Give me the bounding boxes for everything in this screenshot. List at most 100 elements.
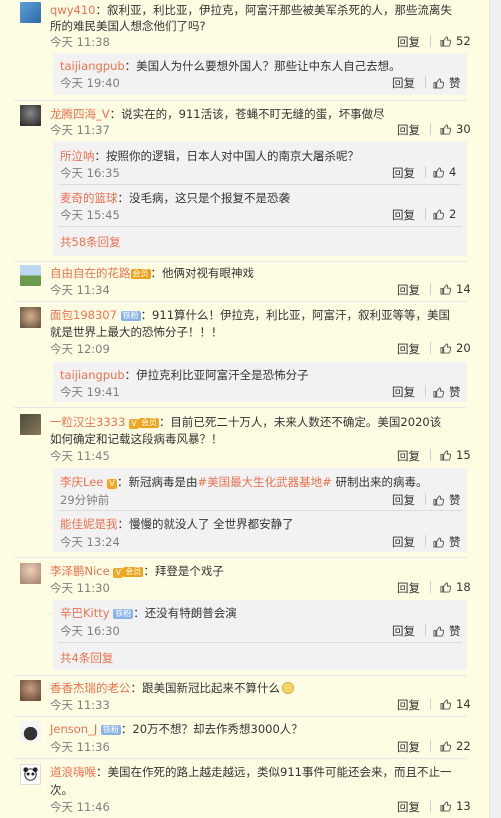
- emoji-face-icon: [282, 682, 294, 694]
- like-button[interactable]: 赞: [433, 75, 461, 91]
- like-button[interactable]: 18: [440, 580, 471, 594]
- divider: [430, 581, 431, 593]
- reply-text: 辛巴Kitty 铁粉 ：还没有特朗普会演: [60, 605, 237, 621]
- reply-button[interactable]: 回复: [392, 623, 415, 639]
- like-button[interactable]: 4: [433, 165, 456, 179]
- reply-body: 研制出来的病毒。: [331, 475, 428, 489]
- comment-text: 李泽鹏Nice V 会员 ：拜登是个戏子: [50, 563, 224, 579]
- username-link[interactable]: 一粒汉尘3333: [50, 415, 125, 429]
- reply-button[interactable]: 回复: [392, 384, 415, 400]
- username-link[interactable]: 李庆Lee: [60, 475, 103, 489]
- comment-text: 一粒汉尘3333 V 会员 ：目前已死二十万人，未来人数还不确定。美国2020该: [50, 414, 441, 430]
- like-button[interactable]: 14: [440, 282, 471, 296]
- vip-badge: V: [128, 419, 139, 429]
- divider: [14, 758, 467, 759]
- reply-button[interactable]: 回复: [392, 75, 415, 91]
- divider: [430, 698, 431, 710]
- username-link[interactable]: 面包198307: [50, 308, 117, 322]
- reply-button[interactable]: 回复: [397, 799, 420, 815]
- thumbs-up-icon: [433, 387, 444, 398]
- like-button[interactable]: 20: [440, 341, 471, 355]
- reply-button[interactable]: 回复: [392, 492, 415, 508]
- like-button[interactable]: 15: [440, 448, 471, 462]
- thumbs-up-icon: [440, 343, 451, 354]
- reply-button[interactable]: 回复: [397, 282, 420, 298]
- like-button[interactable]: 22: [440, 739, 471, 753]
- avatar[interactable]: [20, 2, 41, 23]
- reply-button[interactable]: 回复: [397, 580, 420, 596]
- comment-text-cont: 所的难民美国人想念他们了吗?: [50, 19, 206, 33]
- avatar[interactable]: [20, 105, 41, 126]
- avatar[interactable]: [20, 265, 41, 286]
- like-count: 13: [456, 799, 471, 813]
- reply-button[interactable]: 回复: [392, 207, 415, 223]
- timestamp: 今天 11:37: [50, 123, 110, 137]
- reply-button[interactable]: 回复: [392, 165, 415, 181]
- like-button[interactable]: 赞: [433, 623, 461, 639]
- reply-body: ：慢慢的就没人了 全世界都安静了: [117, 517, 294, 531]
- like-button[interactable]: 52: [440, 34, 471, 48]
- divider: [425, 208, 426, 220]
- thumbs-up-icon: [433, 78, 444, 89]
- timestamp: 今天 16:35: [60, 166, 120, 180]
- username-link[interactable]: 辛巴Kitty: [60, 606, 110, 620]
- reply-button[interactable]: 回复: [397, 341, 420, 357]
- timestamp: 今天 11:30: [50, 581, 110, 595]
- like-button[interactable]: 赞: [433, 534, 461, 550]
- username-link[interactable]: 香香杰瑞的老公: [50, 681, 131, 695]
- avatar[interactable]: [20, 680, 41, 701]
- reply-button[interactable]: 回复: [397, 34, 420, 50]
- like-button[interactable]: 赞: [433, 492, 461, 508]
- comment-text-cont: 如何确定和记载这段病毒风暴？！: [50, 432, 223, 446]
- timestamp: 今天 11:36: [50, 740, 110, 754]
- divider: [430, 35, 431, 47]
- thumbs-up-icon: [440, 284, 451, 295]
- username-link[interactable]: 龙腾四海_V: [50, 107, 110, 121]
- like-button[interactable]: 14: [440, 697, 471, 711]
- vip-badge: V: [107, 479, 118, 489]
- comment-body: ：20万不想？却去作秀想3000人？: [120, 722, 303, 736]
- topic-link[interactable]: #美国最大生化武器基地#: [198, 475, 332, 489]
- username-link[interactable]: 李泽鹏Nice: [50, 564, 110, 578]
- member-badge: 会员: [130, 269, 151, 279]
- view-more-replies-link[interactable]: 共58条回复: [60, 234, 121, 250]
- username-link[interactable]: 所泣呐: [60, 149, 95, 163]
- timestamp: 今天 11:45: [50, 449, 110, 463]
- reply-button[interactable]: 回复: [397, 122, 420, 138]
- username-link[interactable]: 自由自在的花路: [50, 266, 131, 280]
- like-button[interactable]: 赞: [433, 384, 461, 400]
- username-link[interactable]: 道浪嗨喉: [50, 765, 96, 779]
- scrollbar[interactable]: [489, 0, 501, 818]
- username-link[interactable]: Jenson_J: [50, 722, 97, 736]
- like-count: 4: [449, 165, 457, 179]
- like-count: 18: [456, 580, 471, 594]
- like-button[interactable]: 13: [440, 799, 471, 813]
- reply-body: ：新冠病毒是由: [117, 475, 198, 489]
- username-link[interactable]: taijiangpub: [60, 59, 125, 73]
- like-button[interactable]: 2: [433, 207, 456, 221]
- thumbs-up-icon: [433, 537, 444, 548]
- divider: [425, 493, 426, 505]
- reply-button[interactable]: 回复: [397, 739, 420, 755]
- reply-text: 李庆Lee V ：新冠病毒是由#美国最大生化武器基地# 研制出来的病毒。: [60, 474, 427, 490]
- avatar[interactable]: [20, 721, 41, 742]
- reply-button[interactable]: 回复: [392, 534, 415, 550]
- username-link[interactable]: 麦奇的篮球: [60, 191, 118, 205]
- username-link[interactable]: taijiangpub: [60, 368, 125, 382]
- username-link[interactable]: qwy410: [50, 3, 95, 17]
- vip-badge: V: [113, 568, 124, 578]
- avatar[interactable]: [20, 307, 41, 328]
- reply-button[interactable]: 回复: [397, 448, 420, 464]
- like-button[interactable]: 30: [440, 122, 471, 136]
- avatar[interactable]: [20, 563, 41, 584]
- timestamp: 今天 11:34: [50, 283, 110, 297]
- fan-badge: 铁粉: [113, 609, 134, 619]
- username-link[interactable]: 能佳妮是我: [60, 517, 118, 531]
- like-count: 20: [456, 341, 471, 355]
- view-more-replies-link[interactable]: 共4条回复: [60, 650, 113, 666]
- timestamp: 今天 16:30: [60, 624, 120, 638]
- avatar[interactable]: [20, 414, 41, 435]
- reply-button[interactable]: 回复: [397, 697, 420, 713]
- avatar[interactable]: [20, 764, 41, 785]
- thumbs-up-icon: [440, 801, 451, 812]
